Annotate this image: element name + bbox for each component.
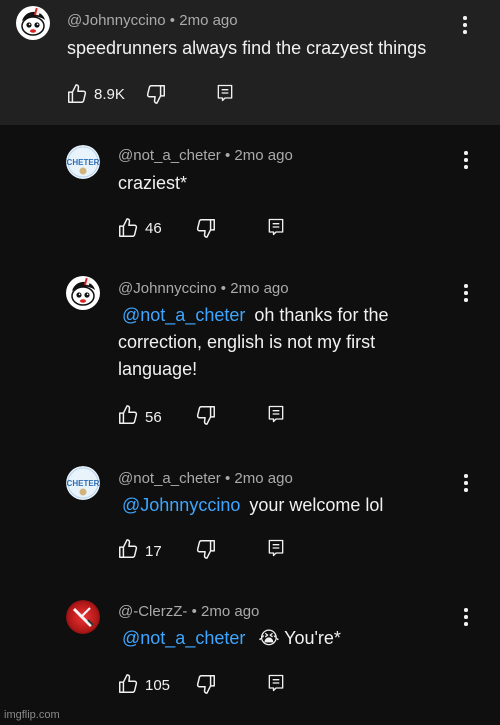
timestamp: 2mo ago [201,603,260,620]
reply-icon [266,673,286,693]
reply-button[interactable] [266,673,286,693]
reply-button[interactable] [215,83,235,103]
timestamp: 2mo ago [234,147,293,164]
more-options-icon[interactable] [464,151,468,169]
comment-text: @Johnnyccino your welcome lol [118,492,383,519]
comment-text-line: You're* [284,628,341,648]
crying-emoji-icon: 😭 [258,628,280,648]
reply-icon [266,217,286,237]
comment-text: speedrunners always find the crazyest th… [67,38,427,58]
like-button[interactable] [66,83,88,105]
like-count: 8.9K [94,86,125,103]
author-name[interactable]: @not_a_cheter [118,470,221,487]
like-button[interactable] [117,673,139,695]
like-count: 17 [145,543,162,560]
dislike-button[interactable] [195,217,217,239]
highlighted-comment: @Johnnyccino • 2mo ago speedrunners alwa… [0,0,500,125]
thumbs-down-icon [145,83,167,105]
comment-meta: @Johnnyccino • 2mo ago [67,12,238,29]
thumbs-down-icon [195,538,217,560]
author-name[interactable]: @Johnnyccino [118,280,217,297]
more-options-icon[interactable] [464,474,468,492]
thumbs-up-icon [117,404,139,426]
cheter-avatar-icon: CHETER [66,145,100,179]
timestamp: 2mo ago [179,12,238,29]
cheter-logo-text: CHETER [67,158,100,167]
thumbs-down-icon [195,673,217,695]
avatar[interactable]: CHETER [66,145,100,179]
comment-text: craziest* [118,173,188,193]
thumbs-down-icon [195,404,217,426]
reply-icon [266,404,286,424]
avatar[interactable] [66,276,100,310]
timestamp: 2mo ago [230,280,289,297]
comment-meta: @not_a_cheter • 2mo ago [118,470,293,487]
dislike-button[interactable] [145,83,167,105]
author-name[interactable]: @-ClerzZ- [118,603,187,620]
separator: • [224,470,231,487]
author-name[interactable]: @not_a_cheter [118,147,221,164]
reply-button[interactable] [266,217,286,237]
cuphead-avatar-icon [66,276,100,310]
watermark: imgflip.com [4,709,60,721]
mention-link[interactable]: @not_a_cheter [118,625,249,652]
comment-meta: @Johnnyccino • 2mo ago [118,280,289,297]
more-options-icon[interactable] [464,284,468,302]
mention-link[interactable]: @Johnnyccino [118,492,244,519]
cuphead-avatar-icon [16,6,50,40]
comment-meta: @not_a_cheter • 2mo ago [118,147,293,164]
reply-icon [215,83,235,103]
separator: • [224,147,231,164]
comment-meta: @-ClerzZ- • 2mo ago [118,603,259,620]
avatar[interactable] [16,6,50,40]
separator: • [191,603,197,620]
like-count: 46 [145,220,162,237]
more-options-icon[interactable] [463,16,467,34]
reply-icon [266,538,286,558]
comment-text-line: language! [118,359,198,379]
thumbs-up-icon [66,83,88,105]
mention-link[interactable]: @not_a_cheter [118,302,249,329]
more-options-icon[interactable] [464,608,468,626]
avatar[interactable]: CHETER [66,466,100,500]
like-count: 56 [145,409,162,426]
comment-text-line: correction, english is not my first [118,332,376,352]
like-button[interactable] [117,538,139,560]
reply-button[interactable] [266,404,286,424]
cheter-logo-text: CHETER [67,479,100,488]
thumbs-up-icon [117,538,139,560]
thumbs-up-icon [117,217,139,239]
thumbs-down-icon [195,217,217,239]
cheter-avatar-icon: CHETER [66,466,100,500]
comment-text: @not_a_cheter 😭 You're* [118,625,341,652]
timestamp: 2mo ago [234,470,293,487]
comment-text: @not_a_cheter oh thanks for the correcti… [118,302,458,383]
separator: • [169,12,176,29]
red-sword-avatar-icon [66,600,100,634]
separator: • [220,280,227,297]
like-button[interactable] [117,217,139,239]
comment-text-line: your welcome lol [249,495,384,515]
thumbs-up-icon [117,673,139,695]
dislike-button[interactable] [195,538,217,560]
like-count: 105 [145,677,171,694]
dislike-button[interactable] [195,404,217,426]
comment-text-line: oh thanks for the [254,305,389,325]
like-button[interactable] [117,404,139,426]
reply-button[interactable] [266,538,286,558]
avatar[interactable] [66,600,100,634]
dislike-button[interactable] [195,673,217,695]
author-name[interactable]: @Johnnyccino [67,12,166,29]
